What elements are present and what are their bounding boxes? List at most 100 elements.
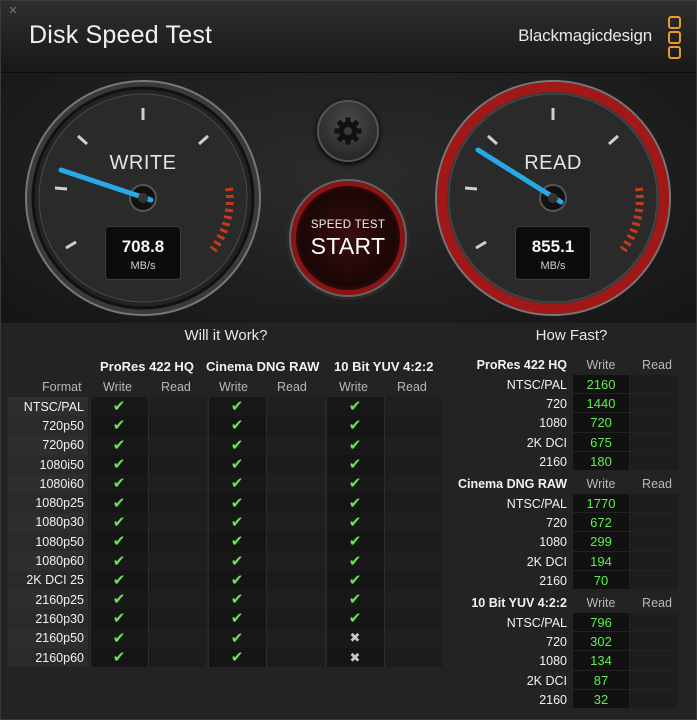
- read-fps-value: [630, 651, 678, 670]
- format-label: 1080p50: [8, 532, 88, 552]
- read-fps-value: [630, 432, 678, 451]
- format-label: 2160p60: [8, 647, 88, 668]
- write-column-header: Write: [586, 477, 616, 491]
- write-fps-value: 1440: [573, 394, 629, 413]
- read-result-cell: [383, 551, 442, 571]
- read-fps-value: [630, 413, 678, 432]
- write-speed-unit: MB/s: [130, 260, 156, 272]
- read-gauge-label: READ: [524, 152, 582, 174]
- checkmark-icon: ✔: [207, 628, 266, 648]
- close-icon[interactable]: ✕: [7, 5, 19, 17]
- format-label: 720p50: [8, 416, 88, 436]
- read-result-cell: [383, 570, 442, 590]
- read-result-cell: [265, 589, 324, 610]
- how-fast-row: 1080 720: [449, 413, 694, 432]
- resolution-label: 2160: [539, 573, 567, 588]
- checkmark-icon: ✔: [325, 454, 384, 475]
- read-fps-value: [630, 613, 678, 632]
- write-fps-value: 302: [573, 632, 629, 651]
- read-result-cell: [383, 609, 442, 629]
- group-title-10bit-yuv: 10 Bit YUV 4:2:2: [334, 359, 434, 374]
- checkmark-icon: ✔: [89, 512, 148, 533]
- resolution-label: 2160: [539, 454, 567, 469]
- group-title-cinema-dng: Cinema DNG RAW: [206, 359, 320, 374]
- format-label: 2160p30: [8, 609, 88, 629]
- read-fps-value: [630, 513, 678, 532]
- checkmark-icon: ✔: [325, 551, 384, 571]
- checkmark-icon: ✔: [207, 570, 266, 590]
- write-column-header: Write: [586, 358, 616, 372]
- write-fps-value: 299: [573, 532, 629, 551]
- checkmark-icon: ✔: [325, 435, 384, 455]
- read-result-cell: [147, 609, 206, 629]
- table-row: 720p60 ✔ ✔ ✔: [8, 435, 442, 455]
- checkmark-icon: ✔: [89, 532, 148, 552]
- prores-write-header: Write: [103, 380, 132, 394]
- read-result-cell: [265, 628, 324, 648]
- how-fast-group-title: Cinema DNG RAW: [457, 477, 567, 491]
- how-fast-row: NTSC/PAL 796: [449, 613, 694, 632]
- read-result-cell: [383, 589, 442, 610]
- read-result-cell: [383, 435, 442, 455]
- resolution-label: NTSC/PAL: [506, 378, 567, 392]
- checkmark-icon: ✔: [207, 609, 266, 629]
- read-fps-value: [630, 394, 678, 413]
- read-result-cell: [265, 493, 324, 513]
- checkmark-icon: ✔: [207, 532, 266, 552]
- will-it-work-table: NTSC/PAL ✔ ✔ ✔ 720p50 ✔ ✔ ✔ 720p60 ✔ ✔ ✔ 1080i50 ✔ ✔ ✔ 1…: [8, 397, 442, 668]
- write-fps-value: 32: [573, 689, 629, 708]
- checkmark-icon: ✔: [89, 589, 148, 610]
- title-bar: ✕ Disk Speed Test Blackmagicdesign: [1, 1, 696, 73]
- gear-icon: [334, 117, 362, 145]
- checkmark-icon: ✔: [89, 397, 148, 417]
- how-fast-row: 1080 299: [449, 532, 694, 551]
- start-button[interactable]: SPEED TEST START: [289, 179, 407, 297]
- read-result-cell: [383, 454, 442, 475]
- table-row: 1080p50 ✔ ✔ ✔: [8, 532, 442, 552]
- resolution-label: 720: [546, 516, 567, 531]
- write-fps-value: 1770: [573, 494, 629, 513]
- how-fast-row: 720 1440: [449, 394, 694, 413]
- checkmark-icon: ✔: [89, 493, 148, 513]
- table-row: NTSC/PAL ✔ ✔ ✔: [8, 397, 442, 417]
- how-fast-row: 1080 134: [449, 651, 694, 670]
- resolution-label: 2160: [539, 692, 567, 707]
- brand-name: Blackmagicdesign: [518, 26, 652, 45]
- read-result-cell: [383, 512, 442, 533]
- resolution-label: 720: [546, 397, 567, 412]
- checkmark-icon: ✔: [89, 570, 148, 590]
- read-column-header: Read: [642, 477, 672, 491]
- read-result-cell: [147, 493, 206, 513]
- checkmark-icon: ✔: [207, 416, 266, 436]
- write-fps-value: 720: [573, 413, 629, 432]
- format-label: 2K DCI 25: [8, 570, 88, 590]
- read-column-header: Read: [642, 358, 672, 372]
- prores-read-header: Read: [161, 380, 191, 394]
- cross-icon: ✖: [325, 647, 384, 668]
- write-fps-value: 180: [573, 451, 629, 470]
- read-fps-value: [630, 551, 678, 570]
- checkmark-icon: ✔: [325, 589, 384, 610]
- group-title-prores: ProRes 422 HQ: [100, 359, 194, 374]
- how-fast-panel: ProRes 422 HQ Write Read NTSC/PAL 2160 720 144…: [449, 347, 694, 719]
- read-speed-readout: 855.1 MB/s: [515, 226, 591, 280]
- table-row: 720p50 ✔ ✔ ✔: [8, 416, 442, 436]
- read-fps-value: [630, 632, 678, 651]
- read-result-cell: [265, 532, 324, 552]
- read-result-cell: [265, 647, 324, 668]
- read-result-cell: [383, 532, 442, 552]
- checkmark-icon: ✔: [89, 609, 148, 629]
- checkmark-icon: ✔: [89, 435, 148, 455]
- format-label: 2160p50: [8, 628, 88, 648]
- checkmark-icon: ✔: [325, 512, 384, 533]
- table-row: 2160p60 ✔ ✔ ✖: [8, 647, 442, 668]
- resolution-label: 1080: [539, 416, 567, 431]
- checkmark-icon: ✔: [89, 647, 148, 668]
- read-column-header: Read: [642, 596, 672, 610]
- read-fps-value: [630, 375, 678, 394]
- settings-button[interactable]: [317, 100, 379, 162]
- resolution-label: 2K DCI: [526, 673, 567, 688]
- read-result-cell: [147, 551, 206, 571]
- table-row: 2160p30 ✔ ✔ ✔: [8, 609, 442, 629]
- start-button-label: START: [310, 233, 386, 259]
